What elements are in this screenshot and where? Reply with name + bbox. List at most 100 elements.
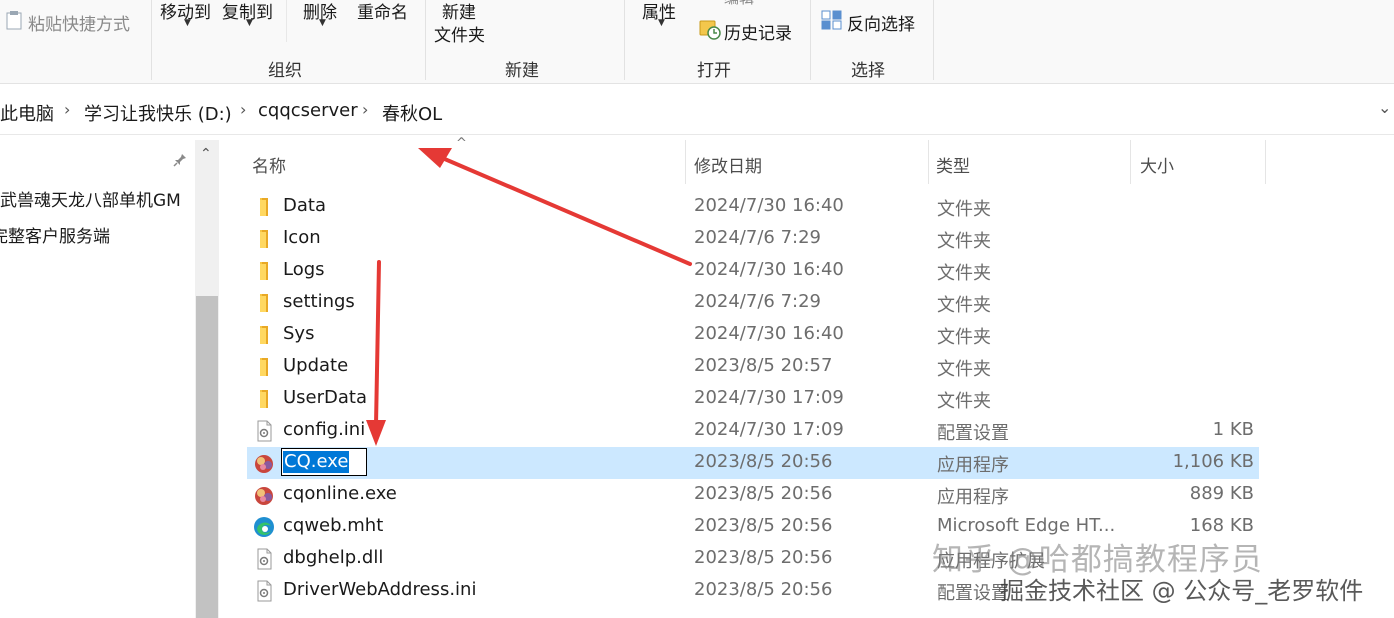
rename-selected-text: CQ.exe [283, 451, 350, 473]
column-divider[interactable] [1265, 140, 1266, 184]
file-date: 2024/7/30 17:09 [694, 419, 844, 440]
column-header-date[interactable]: 修改日期 [694, 152, 762, 177]
file-date: 2023/8/5 20:56 [694, 515, 833, 536]
rename-button[interactable]: 重命名 [357, 0, 408, 23]
file-name: cqweb.mht [283, 515, 384, 536]
file-size: 1 KB [1212, 419, 1254, 440]
file-name: config.ini [283, 419, 366, 440]
file-name: settings [283, 291, 355, 312]
ribbon-toolbar: 粘贴快捷方式 移动到 ▼ 复制到 ▼ 删除 ▼ 重命名 组织 新建 文件夹 新建… [0, 0, 1394, 84]
file-type: Microsoft Edge HT... [937, 515, 1116, 536]
file-type: 应用程序 [937, 455, 1009, 476]
scroll-up-chevron-icon[interactable]: ⌃ [200, 146, 212, 162]
group-label-organize: 组织 [268, 61, 302, 81]
watermark-juejin: 掘金技术社区 @ 公众号_老罗软件 [1000, 577, 1364, 605]
paste-shortcut-icon [6, 11, 22, 30]
chevron-down-icon[interactable]: ▼ [184, 18, 191, 28]
address-bar[interactable]: 此电脑 › 学习让我快乐 (D:) › cqqcserver › 春秋OL ⌄ [0, 90, 1394, 135]
file-size: 168 KB [1189, 515, 1254, 536]
column-header-name[interactable]: 名称 [252, 152, 286, 177]
column-divider[interactable] [685, 140, 686, 184]
chevron-down-icon[interactable]: ▼ [246, 18, 253, 28]
file-row[interactable]: Data 2024/7/30 16:40 文件夹 [247, 191, 1259, 223]
paste-shortcut-button[interactable]: 粘贴快捷方式 [28, 10, 130, 35]
rename-input[interactable]: CQ.exe [281, 448, 367, 476]
group-separator [933, 0, 934, 80]
breadcrumb-this-pc[interactable]: 此电脑 [0, 100, 54, 126]
column-header-type[interactable]: 类型 [936, 152, 970, 177]
file-row[interactable]: config.ini 2024/7/30 17:09 配置设置 1 KB [247, 415, 1259, 447]
file-date: 2024/7/30 16:40 [694, 195, 844, 216]
file-name: dbghelp.dll [283, 547, 384, 568]
chevron-down-icon[interactable]: ▼ [319, 18, 326, 28]
file-date: 2023/8/5 20:57 [694, 355, 833, 376]
nav-scrollbar-thumb[interactable] [196, 296, 218, 618]
file-name: Update [283, 355, 349, 376]
file-type: 配置设置 [937, 583, 1009, 604]
chevron-down-icon[interactable]: ▼ [658, 18, 665, 28]
file-date: 2024/7/30 16:40 [694, 259, 844, 280]
group-label-new: 新建 [505, 61, 539, 81]
file-date: 2023/8/5 20:56 [694, 483, 833, 504]
breadcrumb-chunqiu-ol[interactable]: 春秋OL [382, 100, 442, 126]
nav-item[interactable]: 完整客户服务端 [0, 222, 110, 247]
file-type: 配置设置 [937, 423, 1009, 444]
file-type: 文件夹 [937, 359, 991, 380]
group-separator [810, 0, 811, 80]
sort-ascending-icon: ^ [456, 136, 467, 151]
file-date: 2023/8/5 20:56 [694, 579, 833, 600]
chevron-right-icon[interactable]: › [240, 100, 246, 119]
file-row[interactable]: Sys 2024/7/30 16:40 文件夹 [247, 319, 1259, 351]
divider [286, 0, 287, 42]
file-type: 应用程序 [937, 487, 1009, 508]
group-separator [151, 0, 152, 80]
nav-item[interactable]: 武兽魂天龙八部单机GM [0, 186, 181, 211]
file-row[interactable]: cqonline.exe 2023/8/5 20:56 应用程序 889 KB [247, 479, 1259, 511]
column-header-size[interactable]: 大小 [1140, 152, 1174, 177]
file-type: 文件夹 [937, 391, 991, 412]
file-row[interactable]: UserData 2024/7/30 17:09 文件夹 [247, 383, 1259, 415]
file-type: 文件夹 [937, 295, 991, 316]
file-type: 文件夹 [937, 327, 991, 348]
file-row[interactable]: Icon 2024/7/6 7:29 文件夹 [247, 223, 1259, 255]
file-date: 2024/7/30 17:09 [694, 387, 844, 408]
file-row[interactable]: Logs 2024/7/30 16:40 文件夹 [247, 255, 1259, 287]
group-label-select: 选择 [851, 61, 885, 81]
arrow-head-address-bar [418, 148, 452, 168]
history-button[interactable]: 历史记录 [724, 19, 792, 44]
file-name: Logs [283, 259, 325, 280]
new-folder-button-line1[interactable]: 新建 [442, 0, 476, 23]
new-folder-button-line2[interactable]: 文件夹 [434, 21, 485, 46]
file-row[interactable]: settings 2024/7/6 7:29 文件夹 [247, 287, 1259, 319]
address-dropdown-chevron-icon[interactable]: ⌄ [1378, 98, 1391, 117]
file-name: DriverWebAddress.ini [283, 579, 477, 600]
breadcrumb-drive-d[interactable]: 学习让我快乐 (D:) [84, 100, 232, 126]
pin-icon[interactable] [172, 152, 188, 168]
file-name: cqonline.exe [283, 483, 397, 504]
breadcrumb-cqqcserver[interactable]: cqqcserver [258, 100, 358, 121]
edit-button-clipped[interactable]: 编辑 [700, 0, 800, 6]
chevron-right-icon[interactable]: › [64, 100, 70, 119]
invert-selection-icon [821, 10, 842, 30]
invert-selection-button[interactable]: 反向选择 [847, 10, 915, 35]
file-type: 文件夹 [937, 263, 991, 284]
file-date: 2024/7/30 16:40 [694, 323, 844, 344]
file-type: 文件夹 [937, 199, 991, 220]
column-divider[interactable] [1130, 140, 1131, 184]
group-separator [425, 0, 426, 80]
file-size: 889 KB [1189, 483, 1254, 504]
file-name: Icon [283, 227, 321, 248]
file-row-selected[interactable]: CQ.exe 2023/8/5 20:56 应用程序 1,106 KB [247, 447, 1259, 479]
file-date: 2023/8/5 20:56 [694, 451, 833, 472]
file-size: 1,106 KB [1172, 451, 1254, 472]
file-date: 2024/7/6 7:29 [694, 227, 821, 248]
chevron-right-icon[interactable]: › [362, 100, 368, 119]
file-name: Sys [283, 323, 315, 344]
file-row[interactable]: Update 2023/8/5 20:57 文件夹 [247, 351, 1259, 383]
column-divider[interactable] [928, 140, 929, 184]
file-type: 文件夹 [937, 231, 991, 252]
file-name: UserData [283, 387, 368, 408]
group-label-open: 打开 [697, 61, 731, 81]
file-name: Data [283, 195, 326, 216]
file-date: 2023/8/5 20:56 [694, 547, 833, 568]
